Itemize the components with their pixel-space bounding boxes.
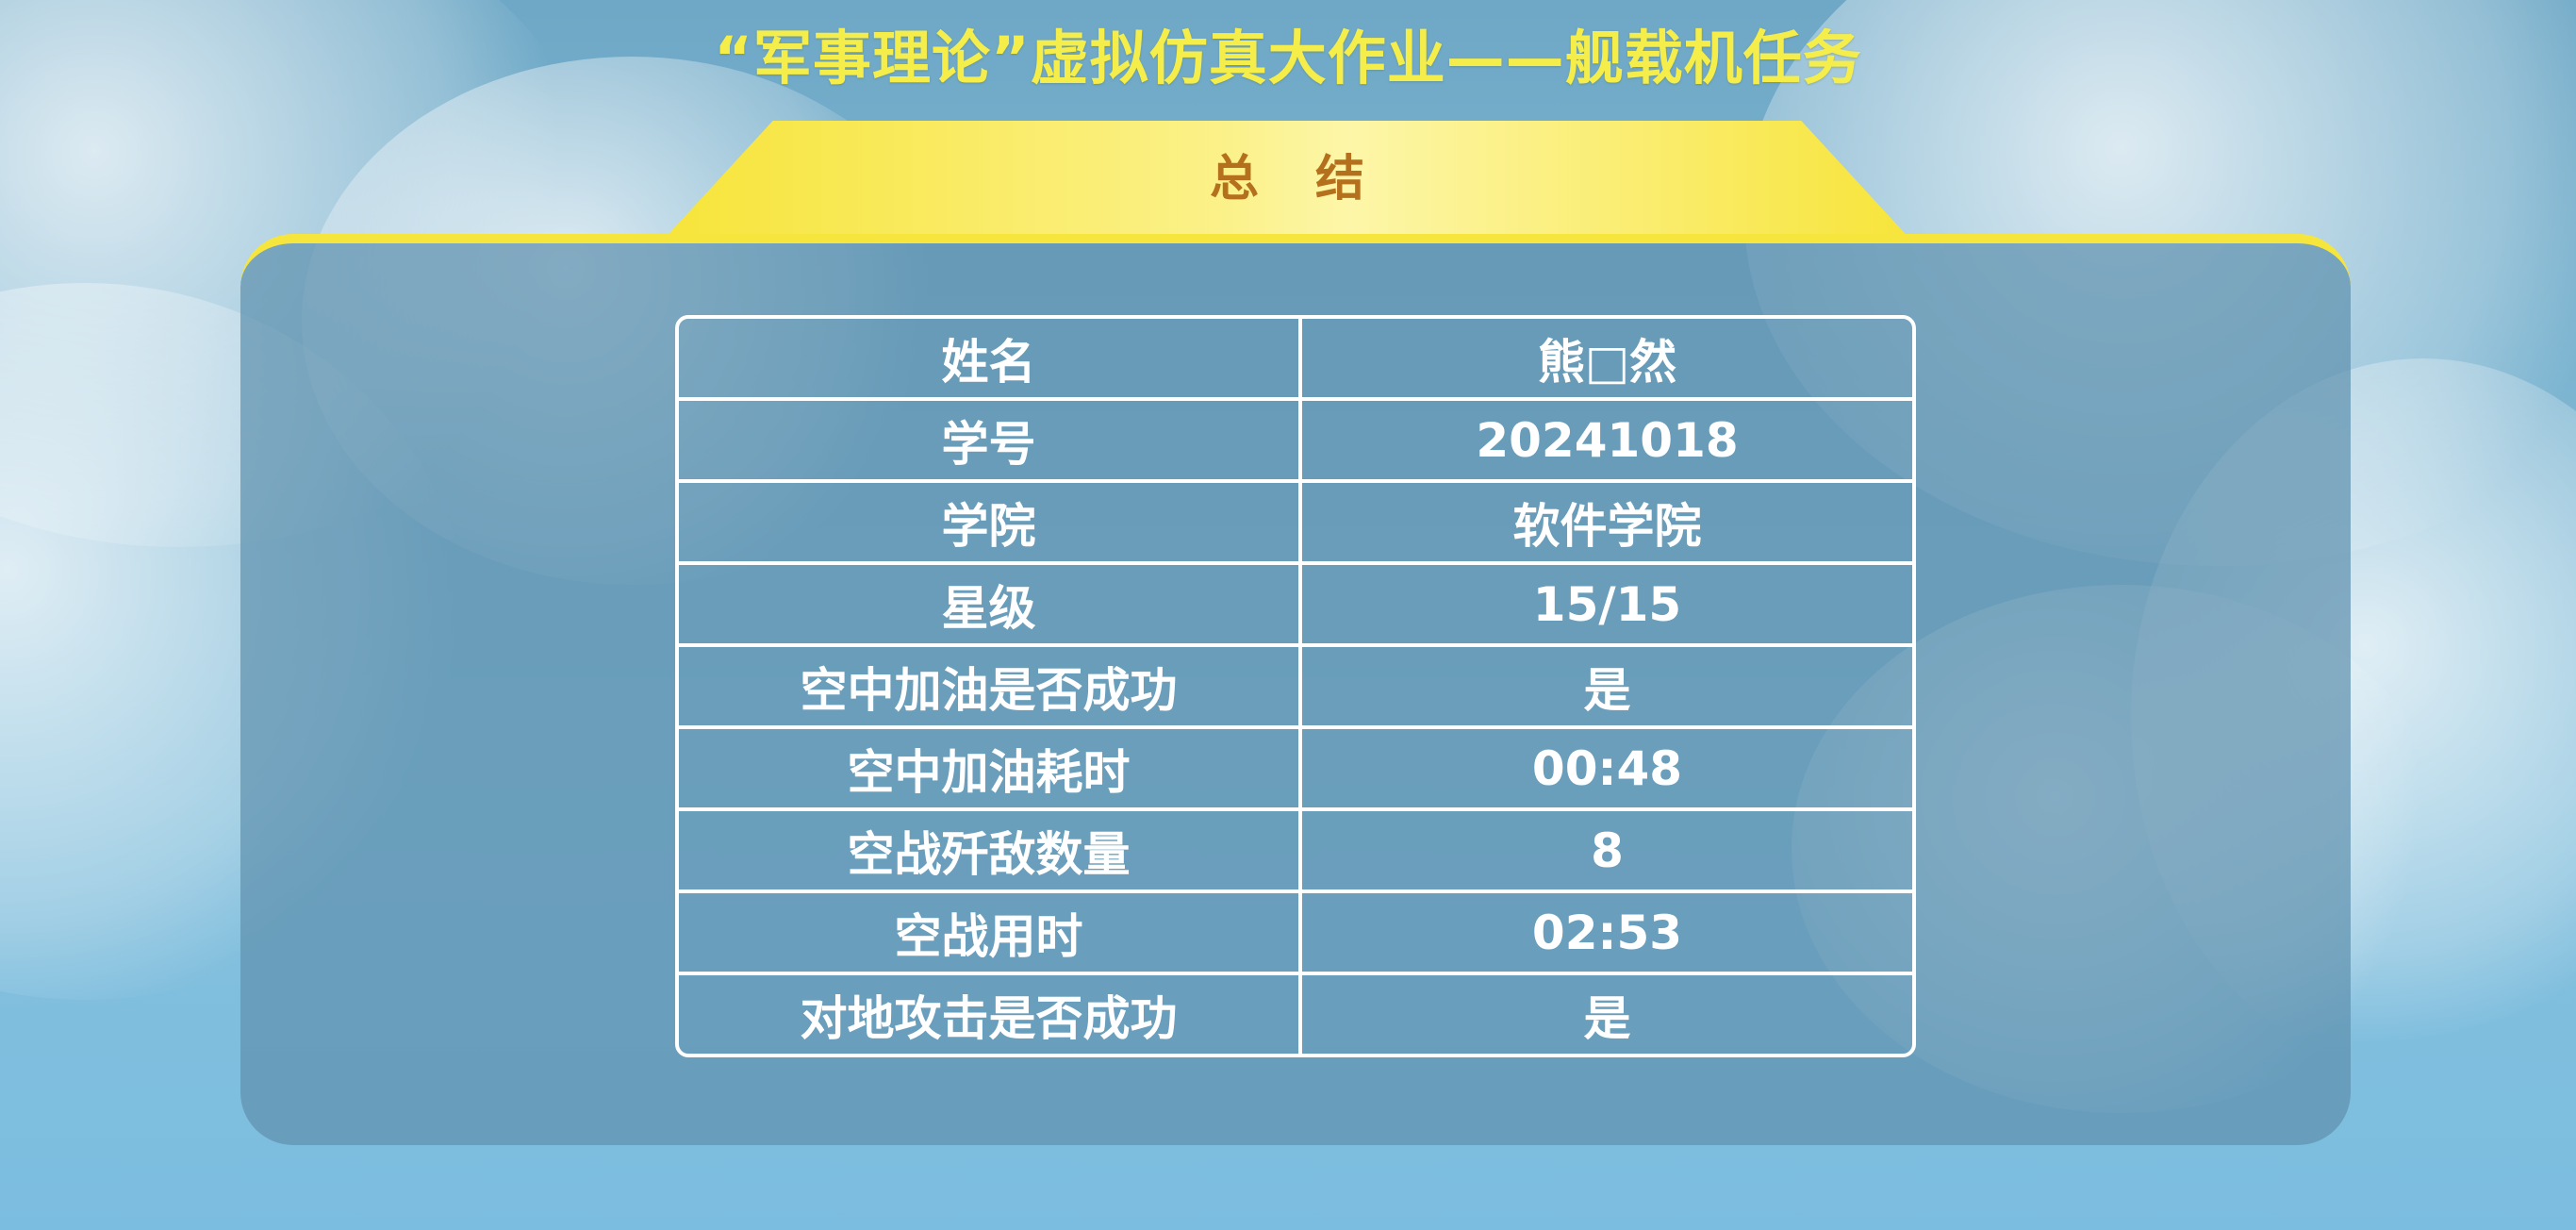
table-row: 学号 20241018 bbox=[679, 401, 1912, 483]
row-label-air-combat-time: 空战用时 bbox=[679, 893, 1302, 975]
table-row: 学院 软件学院 bbox=[679, 483, 1912, 565]
table-row: 空中加油耗时 00:48 bbox=[679, 729, 1912, 811]
row-label-kills: 空战歼敌数量 bbox=[679, 811, 1302, 893]
row-value-air-combat-time: 02:53 bbox=[1302, 893, 1912, 975]
row-value-ground-attack-success: 是 bbox=[1583, 990, 1631, 1046]
row-value-college: 软件学院 bbox=[1302, 483, 1912, 565]
row-value-refuel-success: 是 bbox=[1302, 647, 1912, 729]
summary-table: 姓名 熊□然 学号 20241018 学院 软件学院 星级 15/15 空中加油… bbox=[675, 315, 1916, 1057]
row-label-star-rating: 星级 bbox=[679, 565, 1302, 647]
row-value-student-id: 20241018 bbox=[1302, 401, 1912, 483]
row-label-refuel-time: 空中加油耗时 bbox=[679, 729, 1302, 811]
table-row: 姓名 熊□然 bbox=[679, 319, 1912, 401]
table-row: 对地攻击是否成功 是 bbox=[679, 975, 1912, 1054]
summary-screen: “军事理论”虚拟仿真大作业——舰载机任务 总结 姓名 熊□然 学号 202410… bbox=[0, 0, 2576, 1230]
table-row: 空中加油是否成功 是 bbox=[679, 647, 1912, 729]
row-value-name: 熊□然 bbox=[1302, 319, 1912, 401]
table-row: 空战用时 02:53 bbox=[679, 893, 1912, 975]
row-label-name: 姓名 bbox=[679, 319, 1302, 401]
row-label-refuel-success: 空中加油是否成功 bbox=[679, 647, 1302, 729]
page-title: “军事理论”虚拟仿真大作业——舰载机任务 bbox=[714, 24, 1862, 92]
table-row: 空战歼敌数量 8 bbox=[679, 811, 1912, 893]
row-value-refuel-time: 00:48 bbox=[1302, 729, 1912, 811]
table-row: 星级 15/15 bbox=[679, 565, 1912, 647]
row-label-student-id: 学号 bbox=[679, 401, 1302, 483]
summary-tab-label: 总结 bbox=[1209, 151, 1421, 208]
row-value-kills: 8 bbox=[1302, 811, 1912, 893]
row-value-star-rating: 15/15 bbox=[1302, 565, 1912, 647]
row-label-ground-attack-success: 对地攻击是否成功 bbox=[679, 975, 1302, 1054]
row-label-college: 学院 bbox=[679, 483, 1302, 565]
